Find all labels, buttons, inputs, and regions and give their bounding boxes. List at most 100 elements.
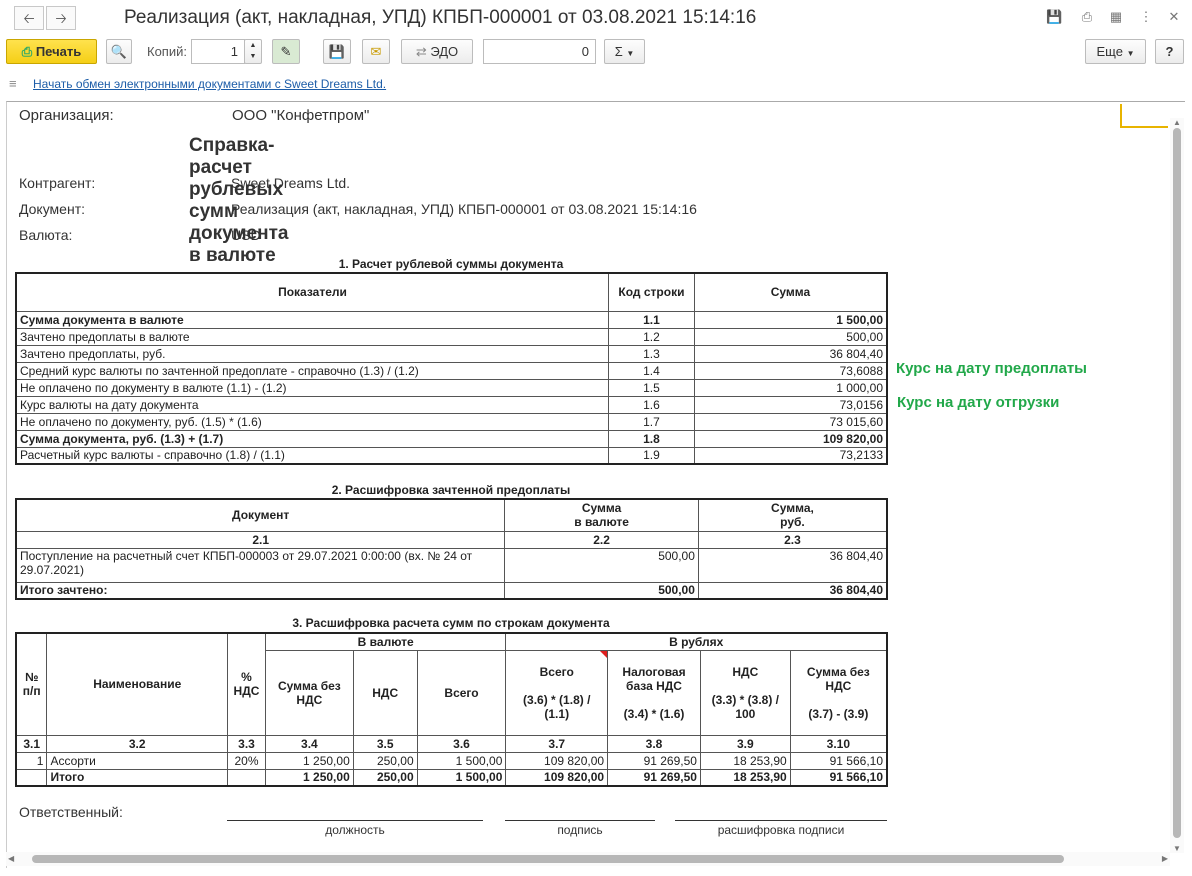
section3-title: 3. Расшифровка расчета сумм по строкам д… [292, 616, 610, 630]
edit-button[interactable]: ✎ [272, 39, 300, 64]
cell-name: Не оплачено по документу, руб. (1.5) * (… [15, 412, 610, 431]
printer-icon: ⎙ [21, 44, 33, 59]
preview-icon[interactable]: ▦ [1108, 9, 1124, 25]
cell: 250,00 [352, 768, 418, 787]
cell-code: 1.4 [608, 361, 695, 380]
table-row: Средний курс валюты по зачтенной предопл… [15, 361, 888, 380]
scroll-down-icon[interactable]: ▼ [1173, 844, 1181, 853]
arrow-left-icon: 🡠 [23, 10, 35, 26]
start-edo-link[interactable]: Начать обмен электронными документами с … [33, 77, 386, 91]
cell-name: Зачтено предоплаты, руб. [15, 344, 610, 363]
vertical-scrollbar[interactable]: ▲ ▼ [1170, 118, 1184, 853]
more-button[interactable]: Еще ▼ [1085, 39, 1146, 64]
cell-sum: 1 500,00 [693, 310, 888, 329]
prepayment-sum-rub: 36 804,40 [697, 547, 888, 583]
chevron-down-icon: ▼ [1126, 49, 1135, 58]
code-cell: 3.1 [15, 734, 48, 753]
code-cell: 3.7 [505, 734, 609, 753]
document-exchange-icon: ≡ [9, 76, 17, 91]
cell: 91 269,50 [607, 768, 701, 787]
table-row: Сумма документа, руб. (1.3) + (1.7) 1.8 10… [15, 429, 888, 448]
document-value: Реализация (акт, накладная, УПД) КПБП-00… [231, 201, 697, 217]
prepayment-document: Поступление на расчетный счет КПБП-00000… [15, 547, 506, 583]
cell: 91 269,50 [607, 751, 701, 770]
codes-row: 3.1 3.2 3.3 3.4 3.5 3.6 3.7 3.8 3.9 3.10 [15, 734, 888, 753]
code-2-2: 2.2 [504, 530, 699, 549]
cell-name: Курс валюты на дату документа [15, 395, 610, 414]
forward-button[interactable]: 🡢 [46, 6, 76, 30]
scroll-left-icon[interactable]: ◀ [8, 854, 14, 863]
cell-name: Сумма документа, руб. (1.3) + (1.7) [15, 429, 610, 448]
copies-stepper[interactable]: ▲ ▼ [244, 39, 262, 64]
cell-code: 1.9 [608, 446, 695, 465]
save-button[interactable]: 💾 [323, 39, 351, 64]
code-cell: 3.9 [699, 734, 791, 753]
cell-code: 1.2 [608, 327, 695, 346]
table-row: 1 Ассорти 20% 1 250,00 250,00 1 500,00 109 820… [15, 751, 888, 770]
cell: 1 500,00 [416, 751, 507, 770]
scroll-right-icon[interactable]: ▶ [1162, 854, 1168, 863]
print-button[interactable]: ⎙ Печать [6, 39, 97, 64]
table-row: Не оплачено по документу, руб. (1.5) * (… [15, 412, 888, 431]
scroll-up-icon[interactable]: ▲ [1173, 118, 1181, 127]
magnifier-icon: 🔍 [110, 44, 128, 59]
help-button[interactable]: ? [1155, 39, 1184, 64]
decryption-caption: расшифровка подписи [717, 823, 845, 837]
preview-button[interactable]: 🔍 [106, 39, 132, 64]
header-num: № п/п [15, 632, 48, 736]
signature-caption: подпись [557, 823, 603, 837]
cell-code: 1.6 [608, 395, 695, 414]
cell: 18 253,90 [699, 768, 791, 787]
code-cell: 3.6 [416, 734, 507, 753]
counterparty-value: Sweet Dreams Ltd. [231, 175, 351, 191]
horizontal-scrollbar[interactable]: ◀ ▶ [6, 852, 1170, 866]
prepayment-sum-currency: 500,00 [504, 547, 699, 583]
header-tax-base: Налоговая база НДС (3.4) * (1.6) [607, 649, 701, 736]
header-name: Наименование [46, 632, 228, 736]
vertical-scroll-thumb[interactable] [1173, 128, 1181, 838]
edo-icon: ⇄ [415, 44, 427, 59]
cell-name: Сумма документа в валюте [15, 310, 610, 329]
table-row: Курс валюты на дату документа 1.6 73,0156 [15, 395, 888, 414]
cell-code: 1.8 [608, 429, 695, 448]
prepayment-table: Документ Сумма в валюте Сумма, руб. 2.1 … [15, 498, 888, 600]
org-label: Организация: [19, 107, 114, 124]
sum-field[interactable]: 0 [483, 39, 596, 64]
close-icon[interactable]: ✕ [1166, 9, 1182, 25]
edo-button[interactable]: ⇄ ЭДО [401, 39, 473, 64]
header-document: Документ [15, 498, 506, 532]
email-button[interactable]: ✉ [362, 39, 390, 64]
more-menu-icon[interactable]: ⋮ [1138, 9, 1154, 25]
copies-input[interactable]: 1 [191, 39, 245, 64]
arrow-right-icon: 🡢 [55, 10, 67, 26]
horizontal-scroll-thumb[interactable] [32, 855, 1064, 863]
cell: Итого [46, 768, 228, 787]
cell-code: 1.7 [608, 412, 695, 431]
code-cell: 3.8 [607, 734, 701, 753]
save-icon: 💾 [328, 44, 346, 59]
header-rub-no-vat: Сумма без НДС (3.7) - (3.9) [789, 649, 888, 736]
sigma-button[interactable]: Σ ▼ [604, 39, 645, 64]
header-sum-rub: Сумма, руб. [697, 498, 888, 532]
table-row: Расчетный курс валюты - справочно (1.8) … [15, 446, 888, 465]
code-cell: 3.5 [352, 734, 418, 753]
cell [15, 768, 48, 787]
currency-label: Валюта: [19, 227, 73, 243]
group-rub: В рублях [505, 632, 888, 651]
cell: 1 500,00 [416, 768, 507, 787]
chevron-down-icon: ▼ [626, 49, 635, 58]
cell: 1 250,00 [264, 751, 354, 770]
cell-name: Зачтено предоплаты в валюте [15, 327, 610, 346]
code-cell: 3.10 [789, 734, 888, 753]
back-button[interactable]: 🡠 [14, 6, 44, 30]
printer-icon[interactable]: ⎙ [1079, 9, 1095, 25]
report-area: Организация: ООО "Конфетпром" Справка-ра… [6, 101, 1185, 868]
code-2-3: 2.3 [697, 530, 888, 549]
section1-title: 1. Расчет рублевой суммы документа [338, 257, 564, 271]
save-icon[interactable]: 💾 [1046, 9, 1062, 25]
table-row: Поступление на расчетный счет КПБП-00000… [15, 547, 888, 583]
toolbar: ⎙ Печать 🔍 Копий: 1 ▲ ▼ ✎ 💾 ✉ ⇄ ЭДО 0 Σ ▼… [0, 38, 1192, 68]
position-caption: должность [325, 823, 385, 837]
cell-name: Средний курс валюты по зачтенной предопл… [15, 361, 610, 380]
section2-title: 2. Расшифровка зачтенной предоплаты [331, 483, 571, 497]
